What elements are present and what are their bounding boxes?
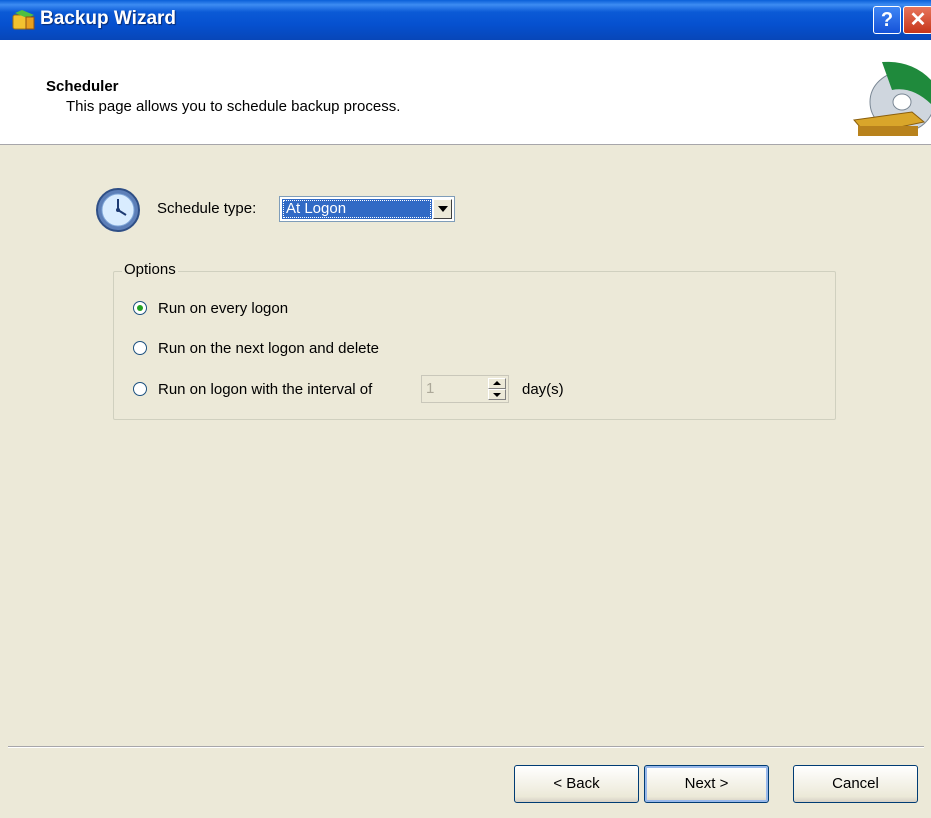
backup-wizard-window: Backup Wizard ? ✕ Scheduler This page al…	[0, 0, 931, 818]
interval-stepper[interactable]: 1	[421, 375, 509, 403]
cancel-button[interactable]: Cancel	[793, 765, 918, 803]
radio-button[interactable]	[133, 341, 147, 355]
chevron-down-icon[interactable]	[433, 199, 452, 219]
clock-icon	[96, 188, 140, 232]
title-bar: Backup Wizard ? ✕	[0, 0, 931, 40]
radio-logon-interval[interactable]: Run on logon with the interval of	[133, 378, 372, 400]
page-title: Scheduler	[46, 78, 119, 95]
interval-unit-label: day(s)	[522, 381, 564, 398]
back-button[interactable]: < Back	[514, 765, 639, 803]
wizard-header	[0, 40, 931, 145]
radio-next-logon-delete[interactable]: Run on the next logon and delete	[133, 337, 379, 359]
radio-label: Run on the next logon and delete	[158, 339, 380, 357]
window-title: Backup Wizard	[40, 8, 177, 29]
help-button[interactable]: ?	[873, 6, 901, 34]
page-subtitle: This page allows you to schedule backup …	[66, 98, 401, 115]
backup-disc-graphic	[853, 61, 931, 136]
options-group-label: Options	[122, 261, 178, 278]
radio-button[interactable]	[133, 382, 147, 396]
stepper-buttons	[488, 378, 506, 400]
stepper-up-icon[interactable]	[488, 378, 506, 389]
radio-label: Run on logon with the interval of	[158, 380, 373, 398]
interval-value: 1	[426, 380, 435, 397]
backup-app-icon	[12, 10, 35, 30]
radio-button[interactable]	[133, 301, 147, 315]
schedule-type-label: Schedule type:	[157, 200, 257, 217]
radio-every-logon[interactable]: Run on every logon	[133, 297, 288, 319]
next-button[interactable]: Next >	[644, 765, 769, 803]
schedule-type-value: At Logon	[282, 199, 432, 219]
schedule-type-select[interactable]: At Logon	[279, 196, 455, 222]
radio-label: Run on every logon	[158, 299, 289, 317]
stepper-down-icon[interactable]	[488, 389, 506, 400]
footer-divider	[8, 746, 924, 748]
close-button[interactable]: ✕	[903, 6, 931, 34]
